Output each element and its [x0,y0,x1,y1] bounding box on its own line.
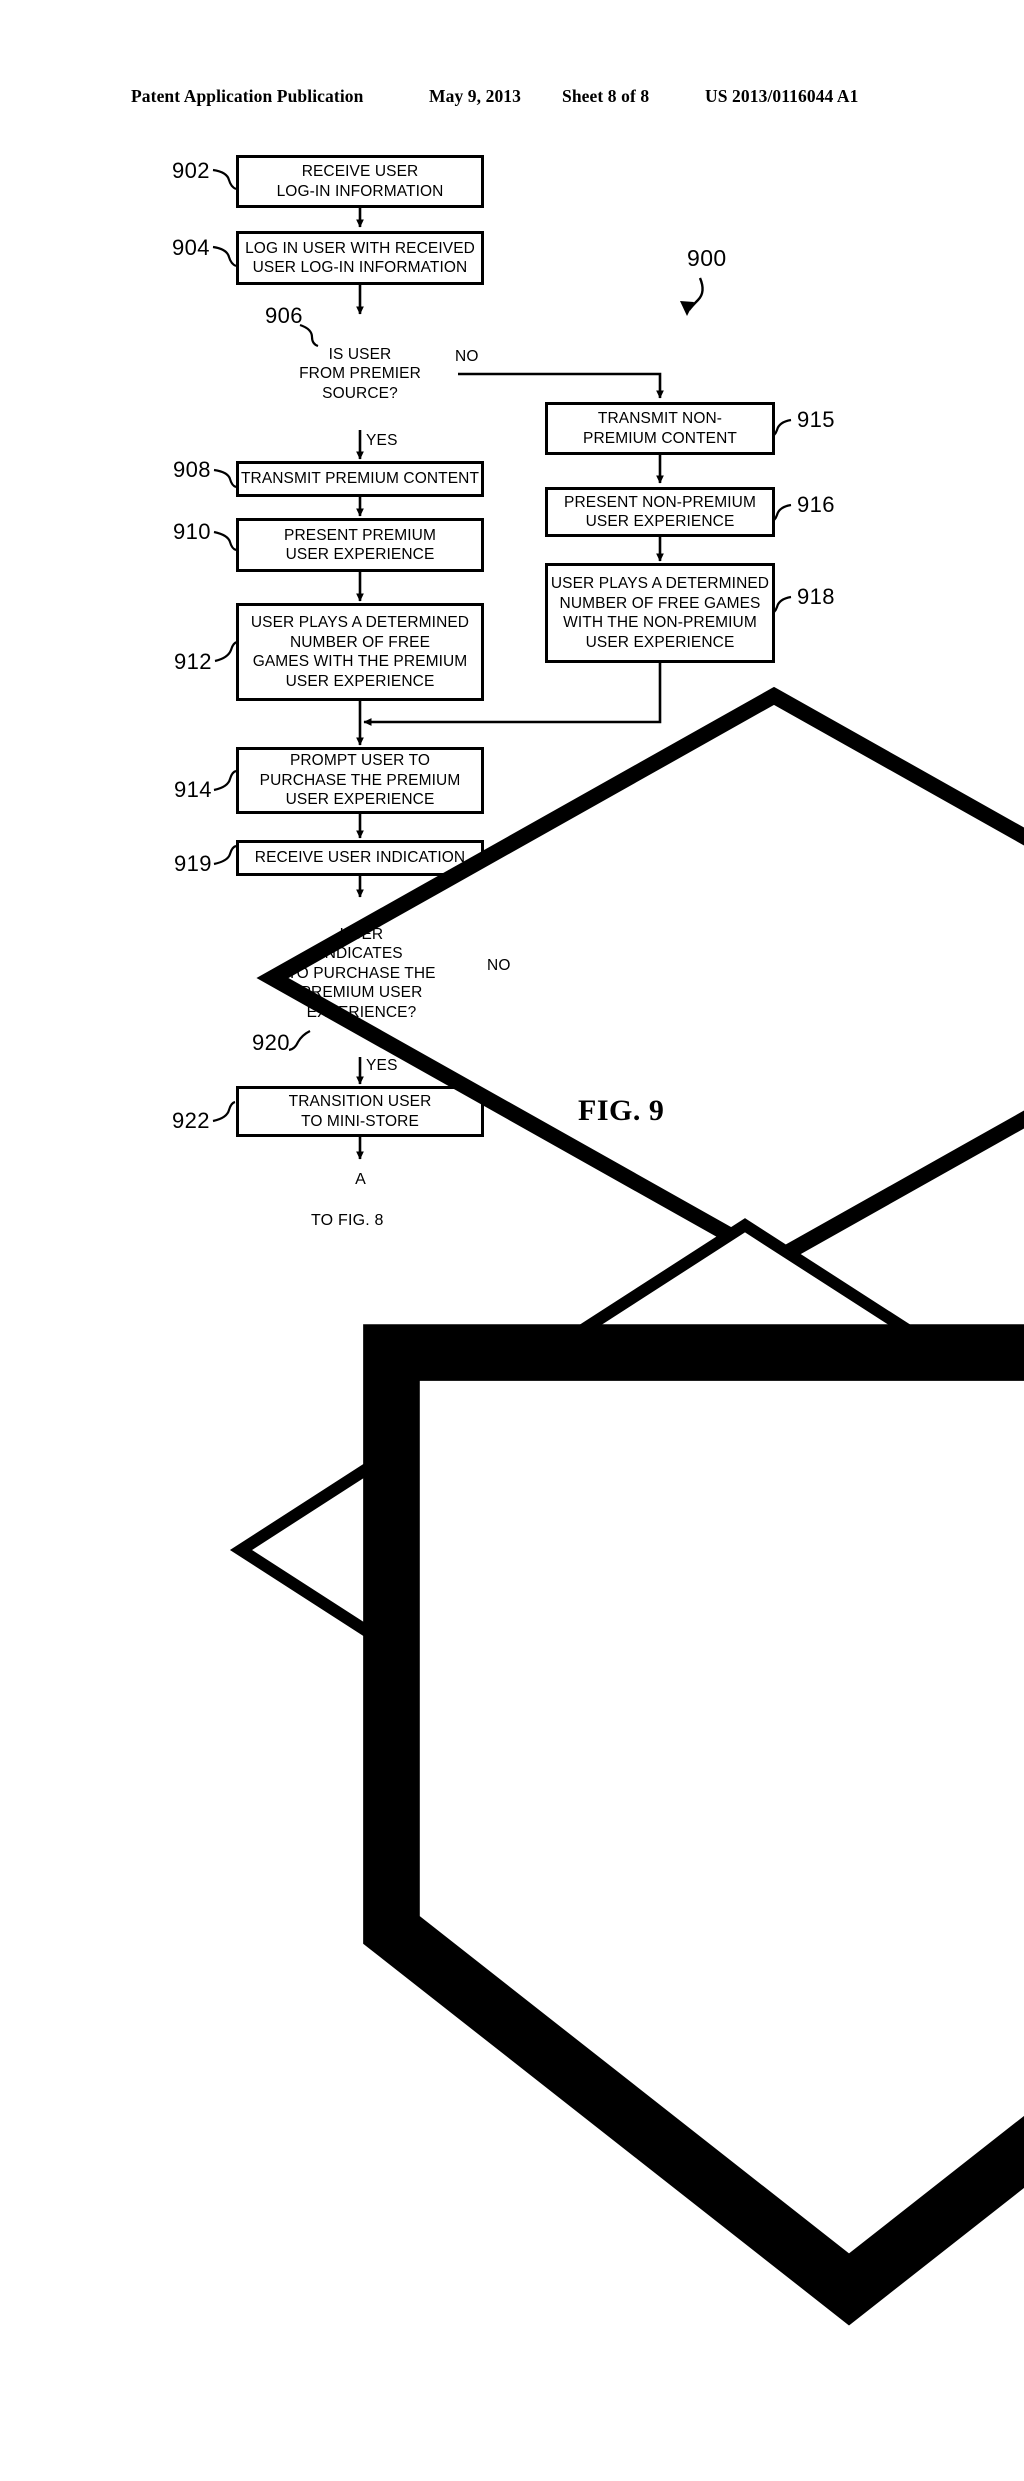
decision-920-text: USER INDICATES TO PURCHASE THE PREMIUM U… [287,925,436,1021]
ref-label-904: 904 [172,235,210,260]
ref-label-912: 912 [174,649,212,674]
diagram-ref-900-arrow [680,277,704,316]
connector-a-label: A [355,1171,366,1188]
ref-label-900: 900 [687,245,727,271]
branch-label-920-no: NO [487,957,511,974]
figure-caption: FIG. 9 [578,1094,665,1127]
decision-diamond-906: IS USER FROM PREMIER SOURCE? [256,318,1024,1270]
process-box-902: RECEIVE USER LOG-IN INFORMATION [236,155,484,208]
branch-label-906-yes: YES [366,432,398,449]
offpage-connector-a: A [337,1161,1024,2326]
ref-label-922: 922 [172,1108,210,1133]
decision-906-text: IS USER FROM PREMIER SOURCE? [299,345,421,402]
decision-diamond-920: USER INDICATES TO PURCHASE THE PREMIUM U… [229,890,1024,1882]
ref-label-902: 902 [172,158,210,183]
ref-label-908: 908 [173,457,211,482]
connector-target-label: TO FIG. 8 [311,1212,384,1229]
branch-label-906-no: NO [455,348,479,365]
ref-label-914: 914 [174,777,212,802]
process-box-904: LOG IN USER WITH RECEIVED USER LOG-IN IN… [236,231,484,285]
branch-label-920-yes: YES [366,1057,398,1074]
ref-label-910: 910 [173,519,211,544]
flowchart-figure: 902 904 906 908 910 912 914 919 920 922 … [0,0,1024,2326]
ref-label-919: 919 [174,851,212,876]
